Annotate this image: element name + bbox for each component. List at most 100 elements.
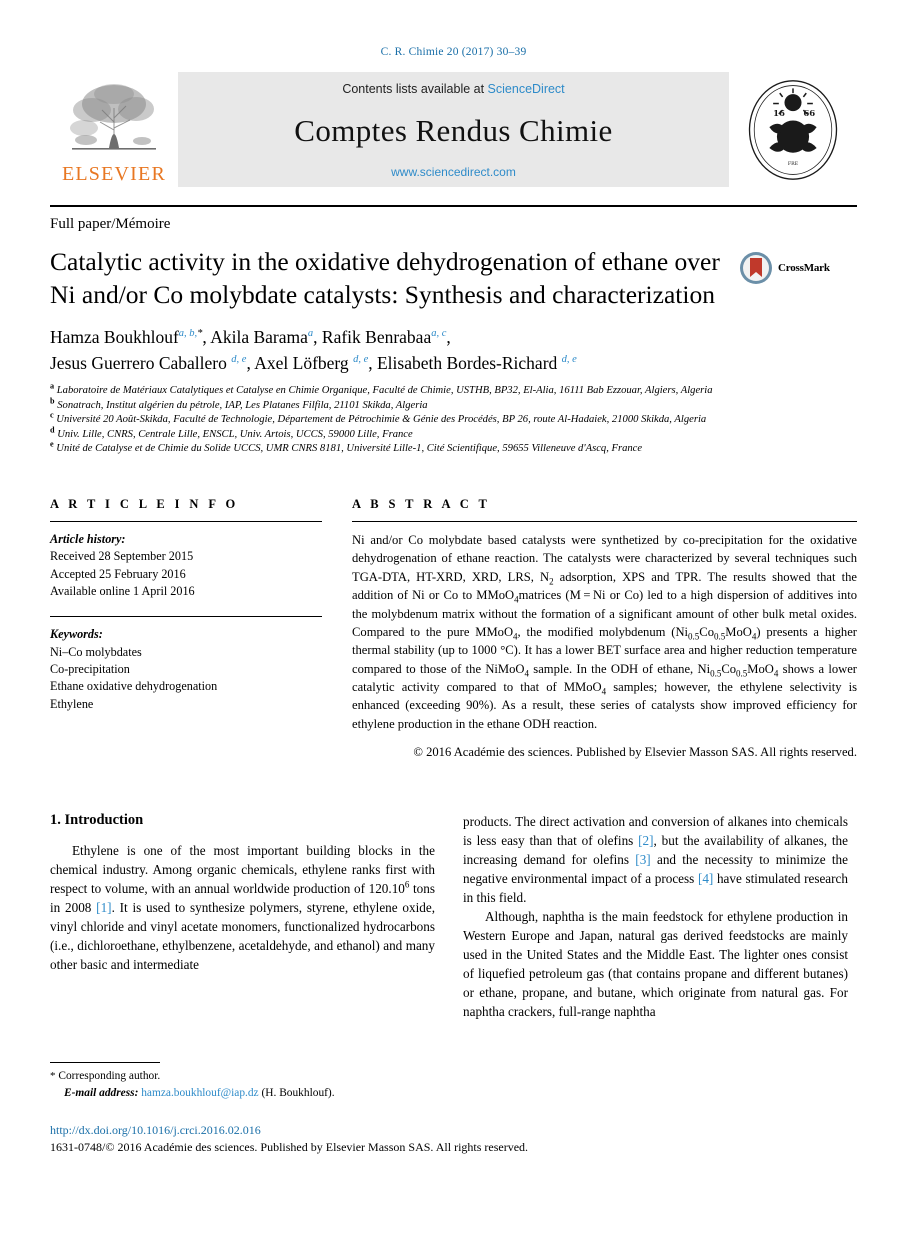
author-5-affil[interactable]: d, e (353, 354, 368, 365)
title-row: Catalytic activity in the oxidative dehy… (50, 245, 857, 311)
abstract-sub: 0.5 (714, 631, 726, 642)
affiliation-marker: d (50, 425, 55, 435)
citation-link[interactable]: [2] (638, 833, 653, 848)
abstract-seg: sample. In the ODH of ethane, Ni (529, 661, 711, 676)
citation-link[interactable]: [4] (698, 871, 713, 886)
svg-text:66: 66 (803, 108, 815, 118)
elsevier-logo: ELSEVIER (50, 72, 178, 187)
email-link[interactable]: hamza.boukhlouf@iap.dz (141, 1087, 258, 1099)
author-3-affil[interactable]: a, c (431, 328, 446, 340)
keywords-block: Keywords: Ni–Co molybdates Co-precipitat… (50, 626, 322, 713)
affiliation-marker: b (50, 396, 55, 406)
accepted-date: Accepted 25 February 2016 (50, 566, 186, 581)
article-history-label: Article history: (50, 532, 126, 547)
sciencedirect-link[interactable]: ScienceDirect (488, 82, 565, 96)
affiliation-item: d Univ. Lille, CNRS, Centrale Lille, ENS… (50, 425, 857, 443)
keywords-label: Keywords: (50, 627, 103, 642)
academie-des-sciences-seal: 16 66 FRE (729, 72, 857, 187)
elsevier-tree-icon (62, 78, 166, 164)
available-online-date: Available online 1 April 2016 (50, 584, 195, 599)
section-title-introduction: 1. Introduction (50, 812, 144, 829)
citation-link[interactable]: [1] (96, 900, 111, 915)
paragraph: Ethylene is one of the most important bu… (50, 841, 435, 974)
journal-title: Comptes Rendus Chimie (294, 112, 613, 148)
article-type-label: Full paper/Mémoire (50, 216, 171, 232)
affiliation-list: a Laboratoire de Matériaux Catalytiques … (50, 382, 857, 457)
keyword-item: Ethane oxidative dehydrogenation (50, 679, 218, 694)
email-line: E-mail address: hamza.boukhlouf@iap.dz (… (50, 1085, 435, 1101)
running-head: C. R. Chimie 20 (2017) 30–39 (380, 46, 527, 58)
abstract-seg: Co (721, 661, 737, 676)
author-1: Hamza Boukhlouf (50, 327, 179, 348)
abstract-sub: 0.5 (688, 631, 700, 642)
body-column-left: 1. Introduction Ethylene is one of the m… (50, 812, 435, 1021)
abstract-column: A B S T R A C T Ni and/or Co molybdate b… (352, 497, 857, 760)
abstract-sub: 0.5 (736, 668, 748, 679)
body-columns: 1. Introduction Ethylene is one of the m… (50, 812, 857, 1021)
body-column-right: products. The direct activation and conv… (463, 812, 848, 1021)
article-info-rule (50, 521, 322, 523)
author-4: Jesus Guerrero Caballero (50, 352, 227, 373)
corresponding-author-marker[interactable]: * (197, 328, 202, 340)
footnote-star: * (50, 1070, 56, 1082)
crossmark-badge[interactable]: CrossMark (739, 251, 857, 285)
author-2: Akila Barama (210, 327, 308, 348)
abstract-seg: MoO (725, 624, 752, 639)
keyword-item: Co-precipitation (50, 662, 130, 677)
crossmark-label: CrossMark (778, 262, 830, 274)
author-list: Hamza Boukhloufa, b,*, Akila Baramaa, Ra… (50, 327, 577, 373)
contents-lists-line: Contents lists available at ScienceDirec… (342, 82, 564, 96)
article-info-column: A R T I C L E I N F O Article history: R… (50, 497, 322, 760)
masthead-center: Contents lists available at ScienceDirec… (178, 72, 729, 187)
keywords-rule (50, 616, 322, 618)
affiliation-item: e Unité de Catalyse et de Chimie du Soli… (50, 439, 857, 457)
author-3: Rafik Benrabaa (321, 327, 432, 348)
svg-text:16: 16 (773, 108, 785, 118)
page-footer: http://dx.doi.org/10.1016/j.crci.2016.02… (50, 1122, 860, 1156)
paragraph: products. The direct activation and conv… (463, 812, 848, 907)
journal-masthead: ELSEVIER Contents lists available at Sci… (50, 72, 857, 187)
affiliation-text: Université 20 Août-Skikda, Faculté de Te… (56, 414, 707, 426)
abstract-heading: A B S T R A C T (352, 497, 491, 512)
corresponding-author-footnote: * Corresponding author. E-mail address: … (50, 1062, 435, 1101)
affiliation-text: Laboratoire de Matériaux Catalytiques et… (56, 385, 713, 397)
journal-url-link[interactable]: www.sciencedirect.com (391, 165, 516, 179)
abstract-seg: , the modified molybdenum (Ni (517, 624, 689, 639)
paragraph-seg: Ethylene is one of the most important bu… (50, 843, 435, 897)
elsevier-wordmark: ELSEVIER (61, 163, 167, 185)
author-6: Elisabeth Bordes-Richard (376, 352, 558, 373)
contents-prefix: Contents lists available at (342, 82, 488, 96)
footnote-line: * Corresponding author. (50, 1068, 435, 1085)
email-owner: (H. Boukhlouf). (261, 1086, 335, 1099)
author-2-affil[interactable]: a (308, 328, 313, 340)
keyword-item: Ethylene (50, 696, 94, 711)
corresponding-author-text: Corresponding author. (58, 1070, 161, 1082)
crossmark-icon (739, 251, 773, 285)
author-1-affil[interactable]: a, b, (179, 328, 197, 340)
affiliation-item: b Sonatrach, Institut algérien du pétrol… (50, 396, 857, 414)
article-info-heading: A R T I C L E I N F O (50, 497, 239, 512)
author-6-affil[interactable]: d, e (562, 354, 577, 365)
email-label: E-mail address: (64, 1086, 139, 1099)
abstract-seg: MoO (747, 661, 774, 676)
author-5: Axel Löfberg (254, 352, 349, 373)
page-title: Catalytic activity in the oxidative dehy… (50, 247, 720, 310)
affiliation-marker: e (50, 439, 54, 449)
footnote-rule (50, 1062, 160, 1063)
keyword-item: Ni–Co molybdates (50, 644, 142, 659)
citation-link[interactable]: [3] (635, 852, 650, 867)
article-history: Article history: Received 28 September 2… (50, 531, 322, 600)
abstract-text: Ni and/or Co molybdate based catalysts w… (352, 531, 857, 733)
affiliation-text: Unité de Catalyse et de Chimie du Solide… (56, 443, 643, 455)
abstract-seg: Co (699, 624, 714, 639)
doi-link[interactable]: http://dx.doi.org/10.1016/j.crci.2016.02… (50, 1122, 860, 1139)
info-abstract-block: A R T I C L E I N F O Article history: R… (50, 497, 857, 760)
abstract-sub: 0.5 (710, 668, 722, 679)
paragraph: Although, naphtha is the main feedstock … (463, 909, 848, 1020)
affiliation-item: a Laboratoire de Matériaux Catalytiques … (50, 382, 857, 399)
issn-copyright-line: 1631-0748/© 2016 Académie des sciences. … (50, 1139, 529, 1154)
author-4-affil[interactable]: d, e (231, 354, 246, 365)
affiliation-item: c Université 20 Août-Skikda, Faculté de … (50, 411, 857, 428)
svg-text:FRE: FRE (788, 160, 799, 166)
abstract-rule (352, 521, 857, 523)
